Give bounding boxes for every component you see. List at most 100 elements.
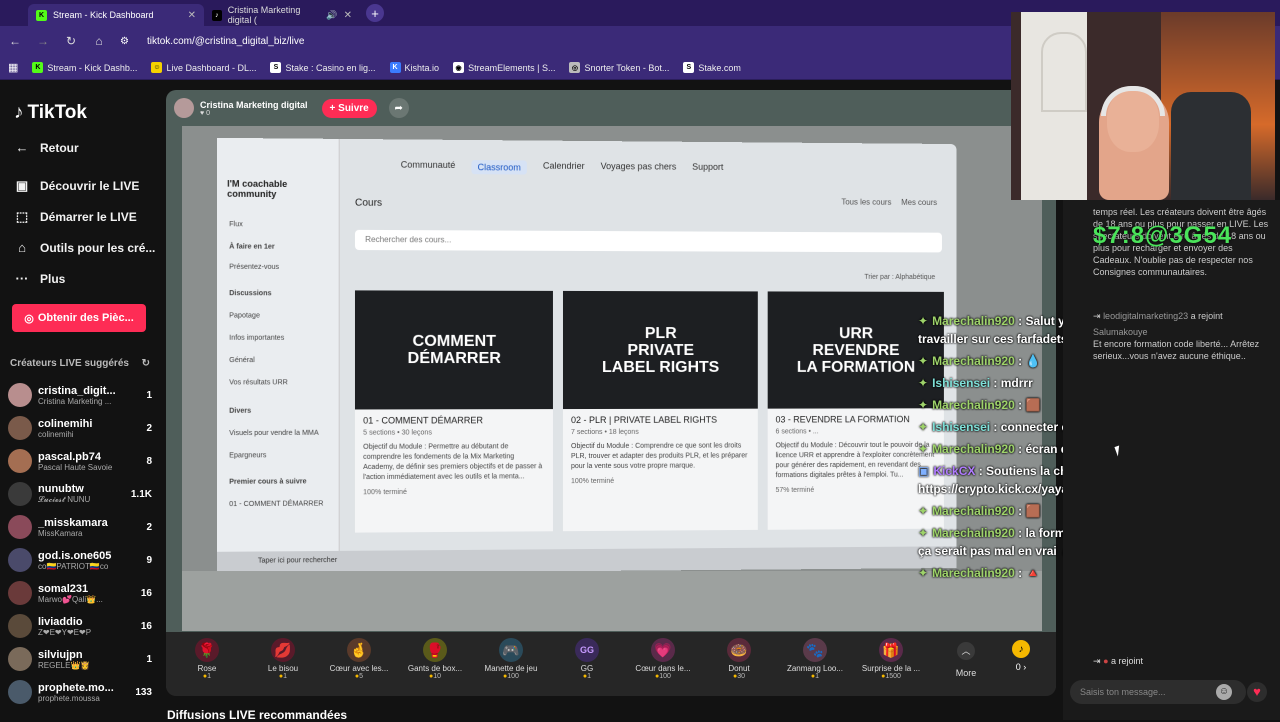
suggested-creator[interactable]: silviujpn REGELE👑👸 1 bbox=[8, 644, 152, 674]
bookmark[interactable]: ◎ Snorter Token - Bot... bbox=[569, 62, 669, 73]
emoji-icon[interactable]: ☺ bbox=[1216, 684, 1232, 700]
browser-tab-kick[interactable]: K Stream - Kick Dashboard ✕ bbox=[28, 4, 204, 26]
kiss-icon: 💋 bbox=[271, 638, 295, 662]
tiktok-sidebar: ♪ TikTok ← Retour ▣ Découvrir le LIVE ⬚ Déma… bbox=[0, 80, 160, 720]
reload-icon[interactable]: ↻ bbox=[64, 34, 78, 48]
gift-box-icon: 🎁 bbox=[879, 638, 903, 662]
new-tab-button[interactable]: + bbox=[366, 4, 384, 22]
bookmark[interactable]: ◉ StreamElements | S... bbox=[453, 62, 555, 73]
tiktok-logo[interactable]: ♪ TikTok bbox=[14, 102, 87, 124]
site-settings-icon[interactable]: ⚙ bbox=[120, 36, 129, 47]
diamond-icon: ✦ bbox=[918, 398, 929, 412]
smiley-icon: ☺ bbox=[151, 62, 163, 73]
close-tab-icon[interactable]: ✕ bbox=[188, 10, 196, 21]
screen-sidebar: I'M coachable community Flux À faire en … bbox=[216, 137, 340, 575]
sidebar-item-start-live[interactable]: ⬚ Démarrer le LIVE bbox=[14, 209, 137, 225]
streamelements-icon: ◉ bbox=[453, 62, 465, 73]
gift-item[interactable]: GG GG ●1 bbox=[552, 638, 622, 680]
heart-icon[interactable]: ♥ bbox=[1247, 682, 1267, 702]
avatar bbox=[8, 581, 32, 605]
chevron-up-icon: ︿ bbox=[957, 642, 975, 660]
live-screen-icon: ▣ bbox=[15, 178, 29, 193]
stake-icon: S bbox=[683, 62, 695, 73]
suggested-creator[interactable]: cristina_digit... Cristina Marketing ... 1 bbox=[8, 380, 152, 410]
coin-balance[interactable]: ♪ 0 › bbox=[1008, 640, 1034, 672]
tab-title: Stream - Kick Dashboard bbox=[53, 10, 154, 20]
share-icon[interactable]: ➦ bbox=[388, 98, 409, 118]
browser-tab-tiktok[interactable]: ♪ Cristina Marketing digital ( 🔊 ✕ bbox=[204, 4, 360, 26]
gift-item[interactable]: 🍩 Donut ●30 bbox=[704, 638, 774, 680]
avatar bbox=[8, 614, 32, 638]
home-icon[interactable]: ⌂ bbox=[92, 34, 106, 48]
suggested-creator[interactable]: somal231 Marwo💕Qali👑... 16 bbox=[8, 578, 152, 608]
screen-taskbar: Taper ici pour rechercher bbox=[216, 546, 957, 575]
suggested-creator[interactable]: god.is.one605 co🇨🇴PATRIOT🇨🇴co 9 bbox=[8, 545, 152, 575]
tab-title: Cristina Marketing digital ( bbox=[227, 5, 301, 25]
viewer-overlay-text: $7:8@3G54 bbox=[1093, 222, 1233, 249]
suggested-creator[interactable]: liviaddio Z❤E❤Y❤E❤P 16 bbox=[8, 611, 152, 641]
coin-icon: ◎ bbox=[24, 312, 34, 325]
avatar bbox=[8, 680, 32, 704]
paw-icon: 🐾 bbox=[803, 638, 827, 662]
speaker-icon[interactable]: 🔊 bbox=[326, 10, 337, 21]
suggested-creator[interactable]: pascal.pb74 Pascal Haute Savoie 8 bbox=[8, 446, 152, 476]
gift-item[interactable]: 💗 Cœur dans le... ●100 bbox=[628, 638, 698, 680]
refresh-icon[interactable]: ↻ bbox=[142, 358, 150, 369]
more-gifts-button[interactable]: ︿ More bbox=[946, 642, 986, 678]
bookmark[interactable]: S Stake.com bbox=[683, 62, 741, 73]
bookmark[interactable]: K Stream - Kick Dashb... bbox=[32, 62, 137, 73]
course-card: PLR PRIVATE LABEL RIGHTS 02 - PLR | PRIV… bbox=[562, 290, 758, 532]
laptop-keyboard bbox=[182, 571, 1042, 631]
avatar bbox=[8, 647, 32, 671]
suggested-creators-header: Créateurs LIVE suggérés ↻ bbox=[10, 358, 150, 369]
live-chat-panel: temps réel. Les créateurs doivent être â… bbox=[1063, 200, 1280, 720]
suggested-creator[interactable]: nunubtw 𝓛𝓾𝓬𝓲𝓮𝓼𝓽 NUNU 1.1K bbox=[8, 479, 152, 509]
gamepad-icon: 🎮 bbox=[499, 638, 523, 662]
stake-icon: S bbox=[270, 62, 282, 73]
get-coins-button[interactable]: ◎ Obtenir des Pièc... bbox=[12, 304, 146, 332]
gift-item[interactable]: 💋 Le bisou ●1 bbox=[248, 638, 318, 680]
bookmark[interactable]: K Kishta.io bbox=[389, 62, 439, 73]
finger-heart-icon: 🤞 bbox=[347, 638, 371, 662]
bookmark[interactable]: S Stake : Casino en lig... bbox=[270, 62, 376, 73]
suggested-creator[interactable]: prophete.mo... prophete.moussa 133 bbox=[8, 677, 152, 707]
coin-icon: ♪ bbox=[1012, 640, 1030, 658]
follow-button[interactable]: + Suivre bbox=[321, 98, 377, 118]
kick-icon: K bbox=[32, 62, 44, 73]
gift-item[interactable]: 🥊 Gants de box... ●10 bbox=[400, 638, 470, 680]
close-tab-icon[interactable]: ✕ bbox=[344, 10, 352, 21]
tiktok-note-icon: ♪ bbox=[14, 102, 24, 123]
url-field[interactable]: tiktok.com/@cristina_digital_biz/live bbox=[147, 36, 304, 47]
diamond-icon: ✦ bbox=[918, 566, 929, 580]
avatar bbox=[8, 449, 32, 473]
join-icon: ⇥ bbox=[1093, 656, 1101, 666]
sidebar-item-creator-tools[interactable]: ⌂ Outils pour les cré... bbox=[14, 240, 155, 255]
rose-icon: 🌹 bbox=[195, 638, 219, 662]
diamond-icon: ✦ bbox=[918, 504, 929, 518]
bookmark[interactable]: ☺ Live Dashboard - DL... bbox=[151, 62, 256, 73]
sidebar-item-more[interactable]: ··· Plus bbox=[14, 271, 66, 286]
join-notice: ⇥ ● a rejoint bbox=[1093, 656, 1144, 666]
suggested-creator[interactable]: _misskamara MissKamara 2 bbox=[8, 512, 152, 542]
sidebar-item-discover-live[interactable]: ▣ Découvrir le LIVE bbox=[14, 178, 140, 194]
back-link[interactable]: ← Retour bbox=[14, 140, 79, 155]
live-video[interactable]: I'M coachable community Flux À faire en … bbox=[182, 126, 1042, 631]
host-name[interactable]: Cristina Marketing digital bbox=[200, 100, 308, 110]
forward-arrow-icon[interactable]: → bbox=[36, 34, 50, 48]
gaming-chair bbox=[1171, 92, 1251, 200]
gift-item[interactable]: 🤞 Cœur avec les... ●5 bbox=[324, 638, 394, 680]
gift-item[interactable]: 🎮 Manette de jeu ●100 bbox=[476, 638, 546, 680]
back-arrow-icon[interactable]: ← bbox=[8, 34, 22, 48]
arrow-left-icon: ← bbox=[15, 140, 29, 155]
apps-grid-icon[interactable]: ▦ bbox=[8, 61, 18, 74]
diamond-icon: ✦ bbox=[918, 314, 929, 328]
gift-item[interactable]: 🐾 Zanmang Loo... ●1 bbox=[780, 638, 850, 680]
kick-icon: K bbox=[36, 9, 47, 21]
gg-icon: GG bbox=[575, 638, 599, 662]
suggested-creator[interactable]: colinemihi colinemihi 2 bbox=[8, 413, 152, 443]
gift-item[interactable]: 🌹 Rose ●1 bbox=[172, 638, 242, 680]
diamond-icon: ✦ bbox=[918, 526, 929, 540]
diamond-icon: ✦ bbox=[918, 376, 929, 390]
gift-item[interactable]: 🎁 Surprise de la ... ●1500 bbox=[856, 638, 926, 680]
host-avatar[interactable] bbox=[174, 98, 194, 118]
